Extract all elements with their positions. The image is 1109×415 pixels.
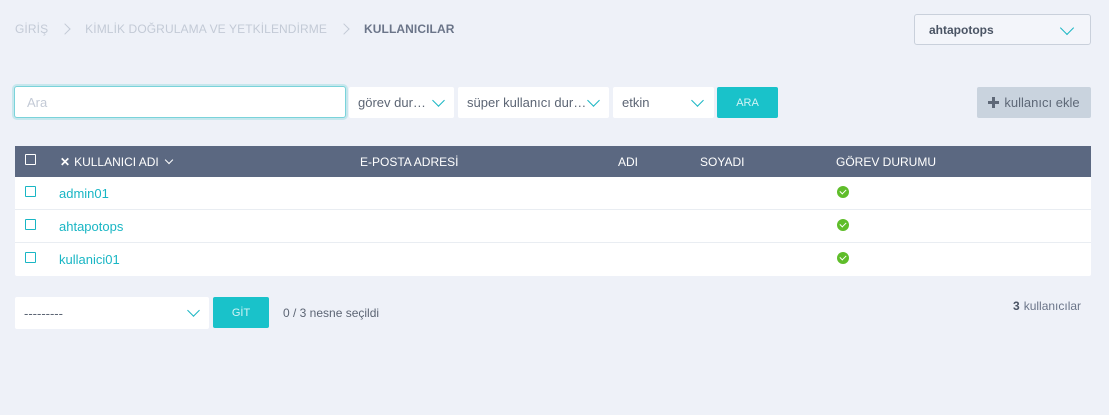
table-row: admin01 (15, 177, 1091, 210)
column-header-username[interactable]: ✕ KULLANICI ADI (60, 155, 174, 169)
remove-sort-icon[interactable]: ✕ (60, 155, 70, 169)
breadcrumb-auth-link[interactable]: KİMLİK DOĞRULAMA VE YETKİLENDİRME (85, 22, 327, 36)
column-header-email[interactable]: E-POSTA ADRESİ (360, 155, 458, 169)
username-link[interactable]: kullanici01 (59, 252, 120, 267)
task-status-filter-value: görev durumu (358, 95, 430, 110)
result-count-label: kullanıcılar (1023, 299, 1082, 313)
check-circle-icon (837, 252, 849, 264)
row-checkbox[interactable] (25, 252, 36, 263)
go-button[interactable]: GİT (213, 297, 269, 328)
row-checkbox[interactable] (25, 219, 36, 230)
chevron-down-icon (1059, 20, 1075, 36)
bulk-action-select[interactable]: --------- (15, 297, 209, 329)
chevron-right-icon (59, 23, 71, 35)
column-header-first-name[interactable]: ADI (618, 155, 638, 169)
chevron-right-icon (338, 23, 350, 35)
superuser-status-filter-value: süper kullanıcı durumu (467, 95, 587, 110)
breadcrumb-home-link[interactable]: GİRİŞ (15, 22, 48, 36)
username-link[interactable]: ahtapotops (59, 219, 123, 234)
column-header-last-name[interactable]: SOYADI (700, 155, 744, 169)
superuser-status-filter[interactable]: süper kullanıcı durumu (458, 87, 609, 118)
column-header-username-label: KULLANICI ADI (74, 155, 159, 169)
chevron-down-icon (187, 304, 200, 317)
result-count: 3 kullanıcılar (1013, 299, 1081, 313)
chevron-down-icon (432, 94, 445, 107)
check-circle-icon (837, 219, 849, 231)
selection-counter: 0 / 3 nesne seçildi (283, 306, 380, 320)
breadcrumb: GİRİŞ KİMLİK DOĞRULAMA VE YETKİLENDİRME … (15, 22, 455, 36)
users-table: ✕ KULLANICI ADI E-POSTA ADRESİ ADI SOYAD… (15, 146, 1091, 276)
check-circle-icon (837, 186, 849, 198)
task-status-filter[interactable]: görev durumu (349, 87, 454, 118)
table-header: ✕ KULLANICI ADI E-POSTA ADRESİ ADI SOYAD… (15, 146, 1091, 177)
chevron-down-icon (691, 94, 704, 107)
table-row: kullanici01 (15, 243, 1091, 276)
search-button[interactable]: ARA (717, 87, 778, 118)
organization-select[interactable]: ahtapotops (914, 14, 1091, 45)
column-header-task-status[interactable]: GÖREV DURUMU (836, 155, 936, 169)
plus-icon (988, 97, 1000, 108)
breadcrumb-current: KULLANICILAR (363, 22, 455, 36)
username-link[interactable]: admin01 (59, 186, 109, 201)
organization-select-value: ahtapotops (929, 22, 994, 37)
add-user-button[interactable]: kullanıcı ekle (977, 87, 1091, 118)
active-filter[interactable]: etkin (613, 87, 714, 118)
bulk-action-select-value: --------- (24, 305, 63, 321)
row-checkbox[interactable] (25, 186, 36, 197)
sort-descending-icon[interactable] (164, 155, 174, 165)
add-user-button-label: kullanıcı ekle (1004, 95, 1080, 110)
table-row: ahtapotops (15, 210, 1091, 243)
select-all-checkbox[interactable] (25, 154, 36, 165)
chevron-down-icon (587, 94, 600, 107)
search-input[interactable] (14, 86, 346, 118)
active-filter-value: etkin (622, 95, 650, 110)
result-count-number: 3 (1013, 299, 1020, 313)
